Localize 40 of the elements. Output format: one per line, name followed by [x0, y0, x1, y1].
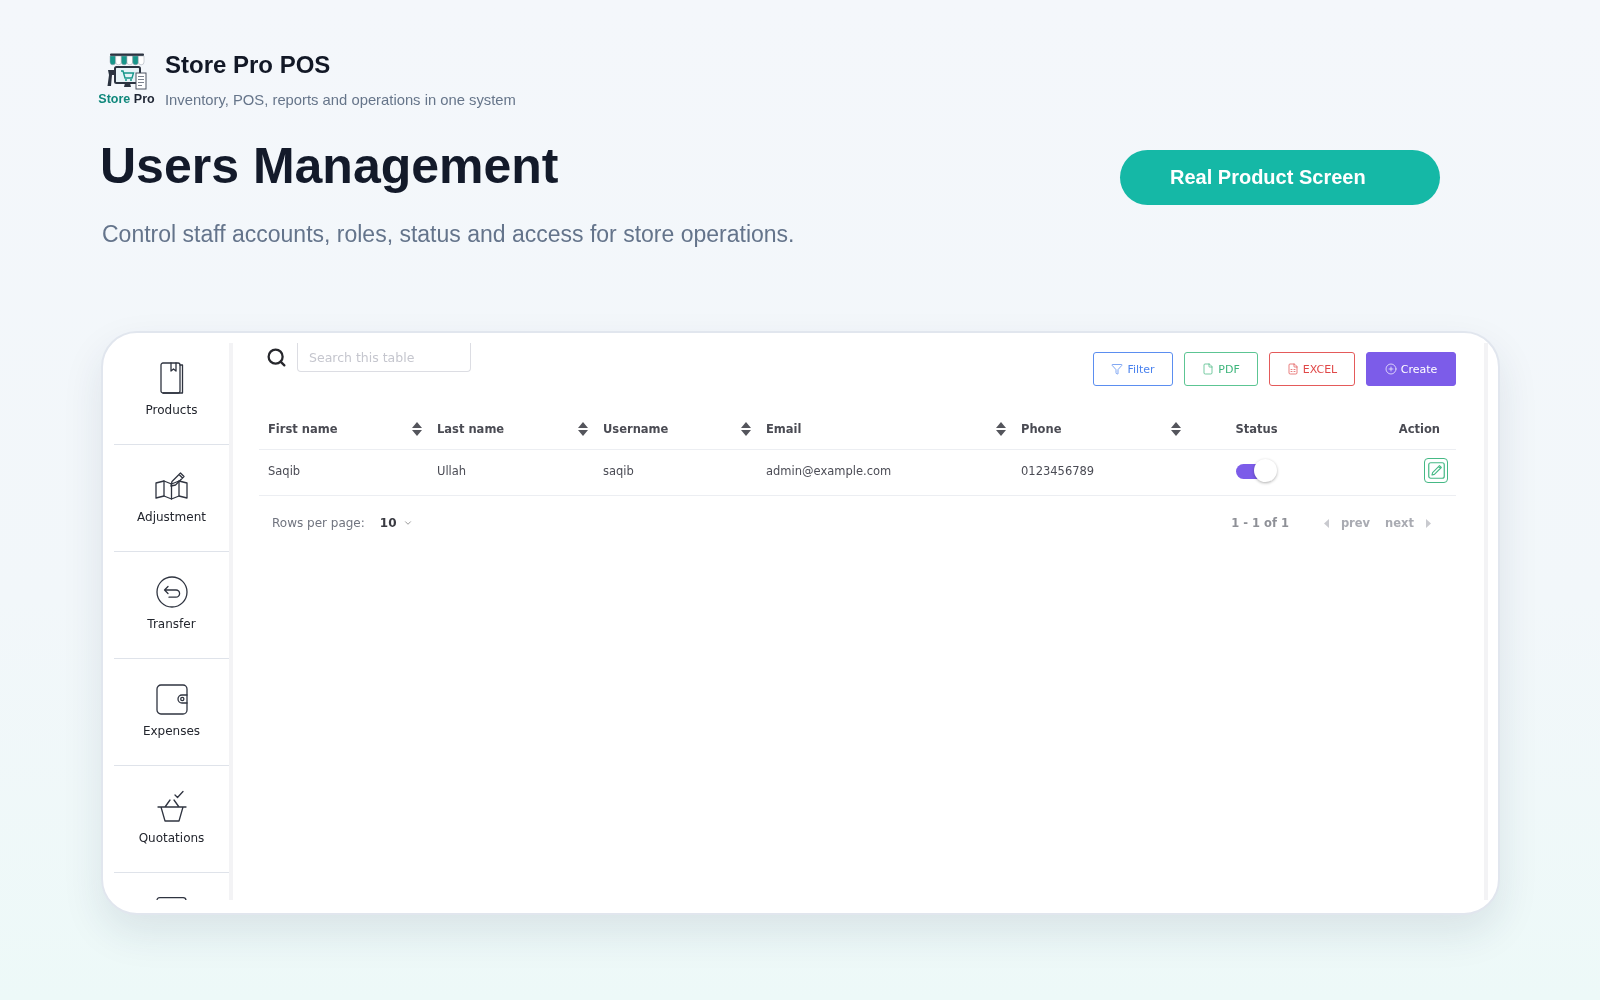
triangle-right-icon [1426, 518, 1431, 528]
table-cell-text: Saqib [267, 462, 302, 480]
column-header[interactable]: Username [594, 408, 757, 449]
search-field[interactable]: Search this table [297, 343, 471, 372]
column-header[interactable]: Email [757, 408, 1012, 449]
excel-button[interactable]: EXCEL [1269, 352, 1355, 386]
page-subtitle: Control staff accounts, roles, status and access for store operations. [101, 221, 795, 247]
page-range: 1 - 1 of 1 [1231, 516, 1289, 530]
table-cell-text: admin@example.com [765, 462, 893, 480]
table-cell-text: saqib [602, 462, 635, 480]
column-header: Action [1397, 420, 1441, 438]
storefront-logo-icon [105, 53, 148, 91]
pencil-icon [1427, 462, 1445, 479]
plus-circle-icon [1384, 363, 1397, 375]
basket-check-icon [155, 790, 188, 822]
status-toggle[interactable] [1236, 458, 1277, 483]
map-pencil-icon [155, 470, 188, 500]
frame-icon [156, 897, 187, 900]
rows-per-page-label: Rows per page: [272, 516, 365, 530]
search-icon[interactable] [266, 347, 287, 368]
table-cell-text: Ullah [436, 462, 468, 480]
page-title: Users Management [99, 137, 560, 195]
filter-button[interactable]: Filter [1093, 352, 1173, 386]
wallet-icon [155, 683, 188, 715]
app-tagline: Inventory, POS, reports and operations in one system [165, 91, 516, 109]
chevron-down-icon [402, 518, 413, 528]
spreadsheet-icon [1286, 363, 1299, 375]
column-header[interactable]: Last name [428, 408, 594, 449]
logo-text: Store Pro [98, 92, 155, 106]
column-header[interactable]: Phone [1012, 408, 1187, 449]
book-icon [159, 362, 184, 394]
app-title: Store Pro POS [165, 51, 332, 79]
document-icon [1202, 363, 1215, 375]
column-header: Status [1234, 420, 1279, 438]
triangle-left-icon [1323, 518, 1329, 528]
table-cell-text: 0123456789 [1020, 462, 1096, 480]
create-button[interactable]: Create [1366, 352, 1456, 386]
rows-per-page-select[interactable]: 10 [379, 516, 413, 530]
column-header[interactable]: First name [259, 408, 428, 449]
funnel-icon [1111, 363, 1124, 375]
